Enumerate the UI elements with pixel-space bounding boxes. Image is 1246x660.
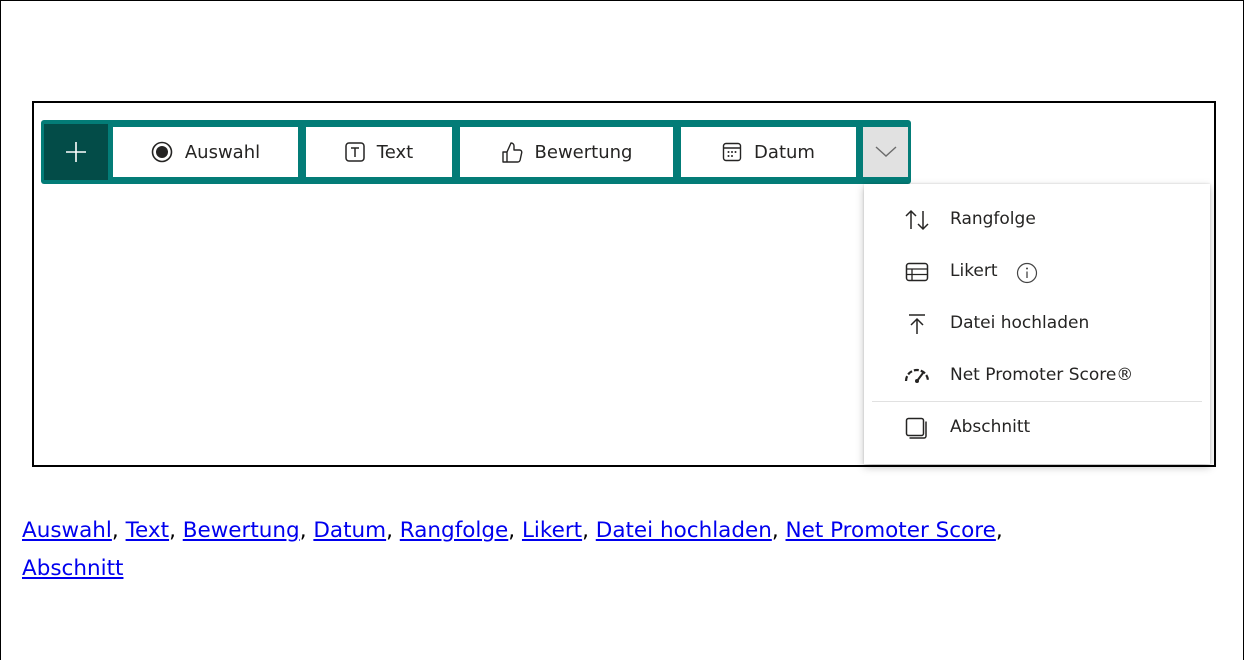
- question-type-links: Auswahl, Text, Bewertung, Datum, Rangfol…: [22, 512, 1222, 588]
- info-icon[interactable]: [1016, 262, 1038, 284]
- link-datei-hochladen[interactable]: Datei hochladen: [596, 518, 772, 543]
- menu-item-section[interactable]: Abschnitt: [864, 402, 1210, 454]
- more-question-types-button[interactable]: [863, 127, 908, 177]
- link-bewertung[interactable]: Bewertung: [183, 518, 300, 543]
- menu-item-file-upload[interactable]: Datei hochladen: [864, 298, 1210, 350]
- link-separator: ,: [771, 518, 786, 543]
- link-separator: ,: [111, 518, 126, 543]
- link-rangfolge[interactable]: Rangfolge: [400, 518, 509, 543]
- likert-grid-icon: [904, 260, 930, 284]
- more-types-dropdown: Rangfolge Likert Datei hochladen Net Pro…: [864, 184, 1210, 464]
- question-type-toolbar: Auswahl Text Bewertung Datum: [41, 120, 911, 184]
- thumbs-up-icon: [501, 142, 522, 163]
- upload-icon: [904, 312, 930, 336]
- date-button[interactable]: Datum: [681, 127, 856, 177]
- link-separator: ,: [299, 518, 314, 543]
- link-datum[interactable]: Datum: [313, 518, 386, 543]
- menu-item-ranking[interactable]: Rangfolge: [864, 194, 1210, 246]
- gauge-icon: [904, 364, 930, 388]
- section-icon: [904, 416, 930, 440]
- link-separator: ,: [508, 518, 522, 543]
- link-abschnitt[interactable]: Abschnitt: [22, 556, 123, 581]
- link-separator: ,: [582, 518, 596, 543]
- menu-item-likert-label: Likert: [950, 261, 998, 281]
- menu-item-file-upload-label: Datei hochladen: [950, 313, 1090, 333]
- rating-button[interactable]: Bewertung: [460, 127, 673, 177]
- rating-button-label: Bewertung: [534, 141, 633, 163]
- text-box-icon: [345, 142, 365, 162]
- link-separator: ,: [386, 518, 400, 543]
- screenshot-frame: Auswahl Text Bewertung Datum Rangfolge L…: [32, 101, 1216, 467]
- link-separator: ,: [995, 518, 1003, 543]
- menu-item-likert[interactable]: Likert: [864, 246, 1210, 298]
- add-question-button[interactable]: [44, 124, 108, 180]
- plus-icon: [66, 142, 86, 162]
- choice-button[interactable]: Auswahl: [113, 127, 298, 177]
- menu-item-ranking-label: Rangfolge: [950, 209, 1036, 229]
- link-net-promoter-score[interactable]: Net Promoter Score: [786, 518, 996, 543]
- menu-item-nps[interactable]: Net Promoter Score®: [864, 350, 1210, 402]
- ranking-arrows-icon: [904, 208, 930, 232]
- menu-item-nps-label: Net Promoter Score®: [950, 365, 1134, 385]
- choice-button-label: Auswahl: [184, 141, 261, 163]
- menu-item-section-label: Abschnitt: [950, 417, 1031, 437]
- chevron-down-icon: [875, 146, 896, 157]
- link-auswahl[interactable]: Auswahl: [22, 518, 112, 543]
- date-button-label: Datum: [754, 141, 815, 163]
- radio-button-icon: [151, 141, 173, 163]
- calendar-icon: [722, 142, 742, 162]
- link-likert[interactable]: Likert: [522, 518, 582, 543]
- text-button-label: Text: [376, 141, 414, 163]
- link-text[interactable]: Text: [126, 518, 169, 543]
- text-button[interactable]: Text: [306, 127, 452, 177]
- link-separator: ,: [169, 518, 183, 543]
